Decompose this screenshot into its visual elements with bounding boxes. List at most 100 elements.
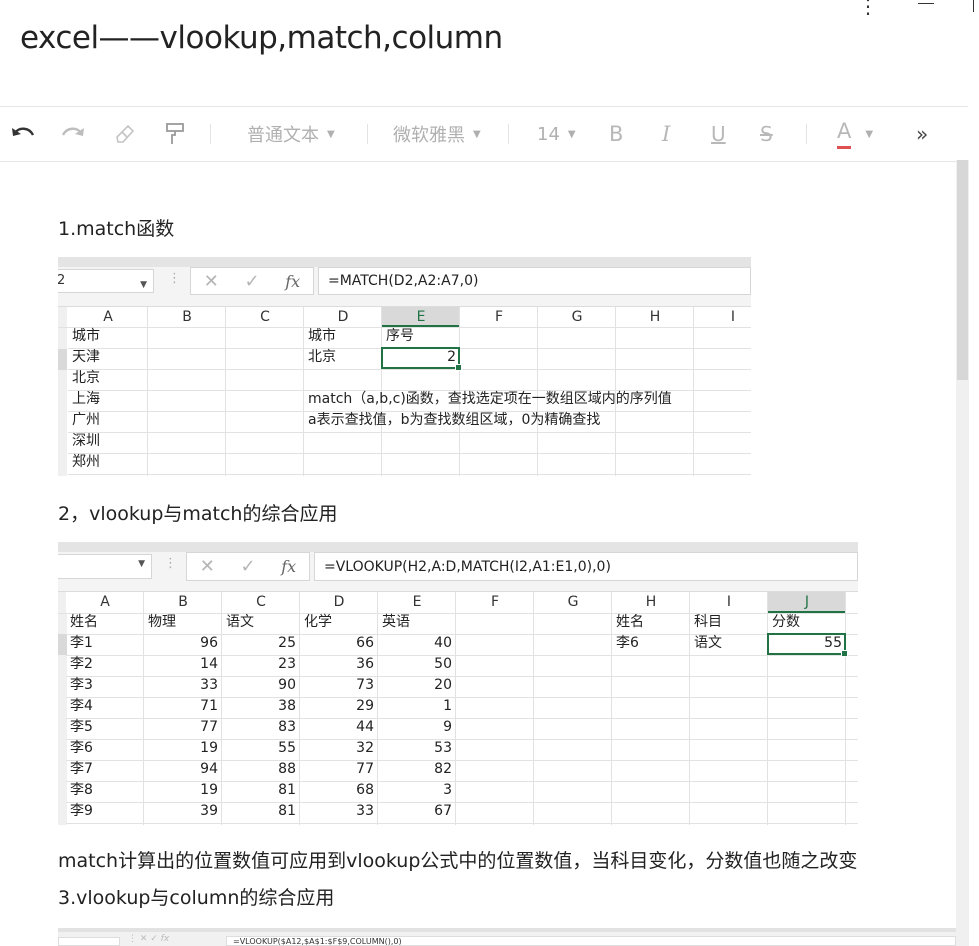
table-cell[interactable]: 90 [222,675,300,696]
table-cell[interactable]: 67 [378,801,456,822]
lookup-cell-j1[interactable]: 分数 [768,612,804,633]
table-cell[interactable]: 33 [144,675,222,696]
name-cell[interactable]: 李3 [66,675,97,696]
format-painter-button[interactable] [164,107,186,161]
underline-button[interactable]: U [711,107,726,161]
name-cell[interactable]: 李7 [66,759,97,780]
column-header-h[interactable]: H [612,592,690,613]
selected-cell[interactable] [381,347,462,371]
header-cell[interactable]: 物理 [144,612,180,633]
column-header-i[interactable]: I [694,307,751,327]
font-color-button[interactable]: A ▼ [837,107,873,161]
table-cell[interactable]: 20 [378,675,456,696]
header-cell[interactable]: 姓名 [66,612,102,633]
column-header-f[interactable]: F [456,592,534,613]
cell-a6[interactable]: 深圳 [68,431,104,452]
column-header-g[interactable]: G [538,307,616,327]
table-cell[interactable]: 66 [300,633,378,654]
undo-button[interactable] [10,107,36,161]
minimize-icon[interactable] [918,3,934,4]
lookup-cell-h1[interactable]: 姓名 [612,612,648,633]
column-header-g[interactable]: G [534,592,612,613]
name-cell[interactable]: 李6 [66,738,97,759]
cell-a3[interactable]: 北京 [68,368,104,389]
table-cell[interactable]: 96 [144,633,222,654]
check-icon[interactable]: ✓ [245,271,260,292]
cell-e1[interactable]: 序号 [382,326,418,347]
clear-format-button[interactable] [114,107,136,161]
cell-d5[interactable]: a表示查找值，b为查找数组区域，0为精确查找 [304,410,604,431]
table-cell[interactable]: 44 [300,717,378,738]
font-family-select[interactable]: 微软雅黑 ▼ [393,107,481,161]
table-cell[interactable]: 53 [378,738,456,759]
column-header-j[interactable]: J [768,592,846,613]
table-cell[interactable]: 68 [300,780,378,801]
cell-d4[interactable]: match（a,b,c)函数，查找选定项在一数组区域内的序列值 [304,389,676,410]
name-box[interactable]: ▼ [58,554,152,579]
table-cell[interactable]: 71 [144,696,222,717]
formula-input[interactable]: =VLOOKUP(H2,A:D,MATCH(I2,A1:E1,0),0) [314,552,858,581]
table-cell[interactable]: 50 [378,654,456,675]
italic-button[interactable]: I [662,107,670,161]
lookup-cell-h2[interactable]: 李6 [612,633,643,654]
column-header-d[interactable]: D [300,592,378,613]
table-cell[interactable]: 82 [378,759,456,780]
more-options-icon[interactable]: ⋮ [858,0,878,16]
table-cell[interactable]: 9 [378,717,456,738]
column-header-b[interactable]: B [144,592,222,613]
column-header-e[interactable]: E [382,307,460,327]
name-cell[interactable]: 李4 [66,696,97,717]
name-cell[interactable]: 李2 [66,654,97,675]
name-box[interactable]: 2 ▼ [58,269,154,293]
lookup-cell-i1[interactable]: 科目 [690,612,726,633]
cell-a7[interactable]: 郑州 [68,452,104,473]
redo-button[interactable] [60,107,86,161]
column-header-e[interactable]: E [378,592,456,613]
check-icon[interactable]: ✓ [241,556,256,577]
name-cell[interactable]: 李1 [66,633,97,654]
formula-input[interactable]: =VLOOKUP($A12,$A$1:$F$9,COLUMN(),0) [226,936,956,946]
column-header-f[interactable]: F [460,307,538,327]
cancel-icon[interactable]: ✕ [200,556,215,577]
table-cell[interactable]: 19 [144,780,222,801]
column-header-c[interactable]: C [226,307,304,327]
table-cell[interactable]: 23 [222,654,300,675]
name-cell[interactable]: 李9 [66,801,97,822]
table-cell[interactable]: 1 [378,696,456,717]
column-header-a[interactable]: A [66,592,144,613]
cell-a5[interactable]: 广州 [68,410,104,431]
font-size-select[interactable]: 14 ▼ [537,107,576,161]
column-header-b[interactable]: B [148,307,226,327]
table-cell[interactable]: 29 [300,696,378,717]
table-cell[interactable]: 83 [222,717,300,738]
fx-icon[interactable]: fx [281,557,296,576]
table-cell[interactable]: 14 [144,654,222,675]
strikethrough-button[interactable]: S [760,107,773,161]
table-cell[interactable]: 3 [378,780,456,801]
scrollbar-thumb[interactable] [957,160,968,380]
table-cell[interactable]: 77 [144,717,222,738]
column-header-h[interactable]: H [616,307,694,327]
table-cell[interactable]: 73 [300,675,378,696]
header-cell[interactable]: 英语 [378,612,414,633]
table-cell[interactable]: 33 [300,801,378,822]
cancel-icon[interactable]: ✕ [204,271,219,292]
cell-a1[interactable]: 城市 [68,326,104,347]
table-cell[interactable]: 32 [300,738,378,759]
table-cell[interactable]: 25 [222,633,300,654]
cell-a2[interactable]: 天津 [68,347,104,368]
cell-d1[interactable]: 城市 [304,326,340,347]
cell-a4[interactable]: 上海 [68,389,104,410]
table-cell[interactable]: 36 [300,654,378,675]
lookup-cell-i2[interactable]: 语文 [690,633,726,654]
table-cell[interactable]: 77 [300,759,378,780]
paragraph-style-select[interactable]: 普通文本 ▼ [247,107,335,161]
bold-button[interactable]: B [609,107,623,161]
fx-icon[interactable]: fx [285,272,300,291]
name-cell[interactable]: 李8 [66,780,97,801]
header-cell[interactable]: 语文 [222,612,258,633]
table-cell[interactable]: 40 [378,633,456,654]
column-header-c[interactable]: C [222,592,300,613]
table-cell[interactable]: 88 [222,759,300,780]
cell-d2[interactable]: 北京 [304,347,340,368]
